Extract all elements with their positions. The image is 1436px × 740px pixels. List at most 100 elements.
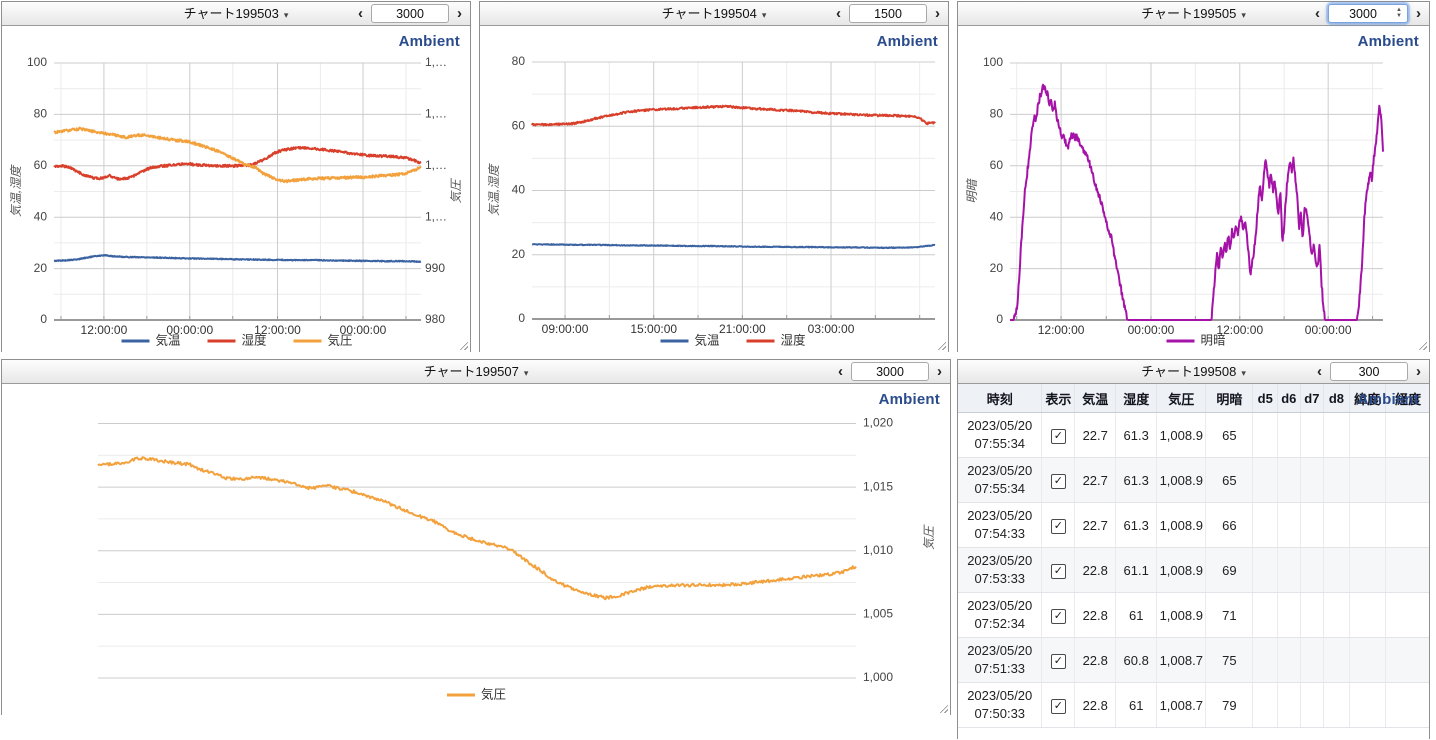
svg-text:12:00:00: 12:00:00 — [1038, 323, 1085, 337]
column-header-6: 明暗 — [1206, 384, 1253, 413]
svg-text:気圧: 気圧 — [922, 524, 936, 550]
empty-cell — [1278, 458, 1301, 503]
chart-panel-199504: チャート199504▾ ‹ › Ambient 020406080気温,湿度09… — [479, 1, 949, 352]
next-page-button[interactable]: › — [1412, 362, 1425, 382]
next-page-button[interactable]: › — [933, 362, 946, 382]
number-spinner-icon[interactable]: ▲▼ — [1396, 5, 1405, 20]
empty-cell — [1324, 683, 1350, 728]
row-visible-checkbox[interactable]: ✓ — [1051, 654, 1066, 669]
empty-cell — [1349, 638, 1385, 683]
chart-title-dropdown[interactable]: チャート199507▾ — [2, 360, 950, 383]
empty-cell — [1253, 638, 1278, 683]
value-cell: 22.7 — [1075, 458, 1116, 503]
column-header-7: d5 — [1253, 384, 1278, 413]
empty-cell — [1349, 413, 1385, 458]
empty-cell — [1385, 458, 1429, 503]
svg-text:1,…: 1,… — [425, 158, 447, 172]
timestamp-cell: 2023/05/2007:55:34 — [958, 417, 1041, 452]
value-cell: 79 — [1206, 683, 1253, 728]
value-cell: 22.8 — [1075, 683, 1116, 728]
prev-page-button[interactable]: ‹ — [1313, 362, 1326, 382]
sample-count-input[interactable] — [1330, 362, 1408, 381]
prev-page-button[interactable]: ‹ — [832, 4, 845, 24]
svg-text:気圧: 気圧 — [481, 686, 506, 701]
panel-header: チャート199508▾ ‹ › — [958, 360, 1429, 384]
chart-panel-199507: チャート199507▾ ‹ › Ambient 1,0001,0051,0101… — [1, 359, 951, 715]
svg-text:1,…: 1,… — [425, 209, 447, 223]
svg-text:60: 60 — [990, 158, 1004, 172]
row-visible-checkbox[interactable]: ✓ — [1051, 699, 1066, 714]
chart-panel-199505: チャート199505▾ ‹ ▲▼ › Ambient 020406080100明… — [957, 1, 1430, 352]
empty-cell — [1385, 683, 1429, 728]
empty-cell — [1324, 503, 1350, 548]
svg-text:0: 0 — [40, 312, 47, 326]
empty-cell — [1349, 503, 1385, 548]
column-header-4: 湿度 — [1116, 384, 1157, 413]
prev-page-button[interactable]: ‹ — [834, 362, 847, 382]
chevron-down-icon: ▾ — [1241, 10, 1246, 20]
column-header-2: 表示 — [1042, 384, 1075, 413]
chevron-down-icon: ▾ — [524, 368, 529, 378]
empty-cell — [1324, 548, 1350, 593]
next-page-button[interactable]: › — [931, 4, 944, 24]
prev-page-button[interactable]: ‹ — [1311, 4, 1324, 24]
svg-text:気温,湿度: 気温,湿度 — [9, 164, 23, 217]
svg-text:1,010: 1,010 — [863, 543, 893, 557]
empty-cell — [1300, 548, 1324, 593]
prev-page-button[interactable]: ‹ — [354, 4, 367, 24]
svg-text:1,…: 1,… — [425, 107, 447, 121]
empty-cell — [1253, 593, 1278, 638]
next-page-button[interactable]: › — [1412, 4, 1425, 24]
sample-count-input[interactable] — [849, 4, 927, 23]
empty-cell — [1385, 638, 1429, 683]
value-cell: 1,008.9 — [1157, 503, 1206, 548]
value-cell: 69 — [1206, 548, 1253, 593]
row-visible-checkbox[interactable]: ✓ — [1051, 474, 1066, 489]
sample-count-input[interactable] — [371, 4, 449, 23]
empty-cell — [1385, 413, 1429, 458]
panel-title-label: チャート199505 — [1141, 6, 1236, 21]
value-cell: 60.8 — [1116, 638, 1157, 683]
svg-text:20: 20 — [512, 247, 526, 261]
empty-cell — [1253, 548, 1278, 593]
table-panel-199508: チャート199508▾ ‹ › Ambient 時刻表示気温湿度気圧明暗d5d6… — [957, 359, 1430, 739]
sample-count-input[interactable] — [851, 362, 929, 381]
svg-text:0: 0 — [996, 312, 1003, 326]
value-cell: 66 — [1206, 503, 1253, 548]
svg-text:湿度: 湿度 — [781, 332, 807, 347]
svg-text:1,…: 1,… — [425, 55, 447, 69]
empty-cell — [1324, 638, 1350, 683]
row-visible-checkbox[interactable]: ✓ — [1051, 519, 1066, 534]
svg-text:明暗: 明暗 — [965, 178, 979, 204]
svg-text:1,015: 1,015 — [863, 479, 893, 493]
chevron-down-icon: ▾ — [1241, 368, 1246, 378]
svg-text:00:00:00: 00:00:00 — [1128, 323, 1175, 337]
column-header-1: 時刻 — [958, 384, 1042, 413]
value-cell: 22.8 — [1075, 638, 1116, 683]
svg-text:0: 0 — [518, 311, 525, 325]
svg-text:80: 80 — [512, 54, 526, 68]
timestamp-cell: 2023/05/2007:53:33 — [958, 552, 1041, 587]
chevron-down-icon: ▾ — [284, 10, 289, 20]
empty-cell — [1300, 413, 1324, 458]
svg-text:気圧: 気圧 — [328, 332, 353, 347]
value-cell: 22.7 — [1075, 503, 1116, 548]
column-header-12: 経度 — [1385, 384, 1429, 413]
table-row: 2023/05/2007:50:33✓22.8611,008.779 — [958, 683, 1429, 728]
row-visible-checkbox[interactable]: ✓ — [1051, 609, 1066, 624]
chevron-down-icon: ▾ — [762, 10, 767, 20]
value-cell: 1,008.9 — [1157, 413, 1206, 458]
timestamp-cell: 2023/05/2007:52:34 — [958, 597, 1041, 632]
empty-cell — [1278, 683, 1301, 728]
next-page-button[interactable]: › — [453, 4, 466, 24]
empty-cell — [1253, 458, 1278, 503]
value-cell: 61 — [1116, 683, 1157, 728]
row-visible-checkbox[interactable]: ✓ — [1051, 429, 1066, 444]
line-chart-199505: 020406080100明暗12:00:0000:00:0012:00:0000… — [958, 26, 1429, 352]
value-cell: 61.1 — [1116, 548, 1157, 593]
row-visible-checkbox[interactable]: ✓ — [1051, 564, 1066, 579]
empty-cell — [1278, 413, 1301, 458]
svg-text:20: 20 — [34, 261, 48, 275]
empty-cell — [1300, 593, 1324, 638]
value-cell: 61 — [1116, 593, 1157, 638]
